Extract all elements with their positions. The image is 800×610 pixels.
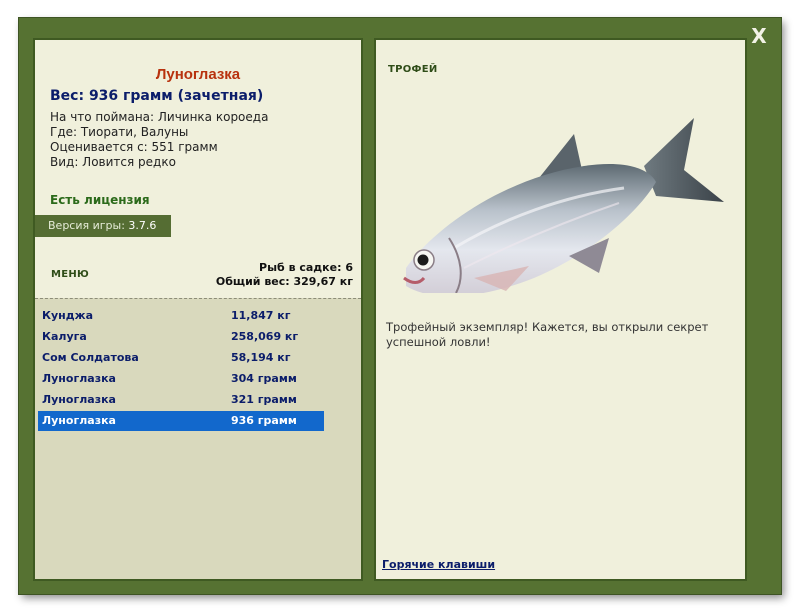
- list-item-weight: 321 грамм: [231, 393, 297, 406]
- list-item-weight: 258,069 кг: [231, 330, 299, 343]
- list-item[interactable]: Калуга 258,069 кг: [38, 327, 324, 347]
- list-item-name: Сом Солдатова: [42, 351, 139, 364]
- close-button[interactable]: X: [746, 24, 772, 48]
- list-item[interactable]: Луноглазка 304 грамм: [38, 369, 324, 389]
- bait-info: На что поймана: Личинка короеда: [50, 110, 269, 124]
- trophy-label: ТРОФЕЙ: [388, 64, 438, 75]
- menu-button[interactable]: МЕНЮ: [51, 269, 89, 280]
- list-item-weight: 58,194 кг: [231, 351, 291, 364]
- fish-title: Луноглазка: [155, 66, 241, 83]
- list-item-weight: 936 грамм: [231, 414, 297, 427]
- list-item-weight: 11,847 кг: [231, 309, 291, 322]
- fish-count: Рыб в садке: 6: [259, 261, 353, 274]
- hotkeys-link[interactable]: Горячие клавиши: [382, 558, 495, 571]
- list-item[interactable]: Луноглазка 321 грамм: [38, 390, 324, 410]
- license-status: Есть лицензия: [50, 193, 150, 207]
- catch-list: Кунджа 11,847 кг Калуга 258,069 кг Сом С…: [35, 298, 361, 579]
- version-label: Версия игры:: [48, 219, 125, 232]
- fish-weight: Вес: 936 грамм (зачетная): [50, 88, 264, 104]
- list-item[interactable]: Кунджа 11,847 кг: [38, 306, 324, 326]
- fish-info-panel: Луноглазка Вес: 936 грамм (зачетная) На …: [33, 38, 363, 581]
- list-item[interactable]: Сом Солдатова 58,194 кг: [38, 348, 324, 368]
- list-item-name: Луноглазка: [42, 372, 116, 385]
- list-item-selected[interactable]: Луноглазка 936 грамм: [38, 411, 324, 431]
- trophy-message: Трофейный экземпляр! Кажется, вы открыли…: [386, 320, 709, 349]
- list-item-weight: 304 грамм: [231, 372, 297, 385]
- keepnet-stats: Рыб в садке: 6 Общий вес: 329,67 кг: [216, 261, 353, 289]
- rarity-info: Вид: Ловится редко: [50, 155, 176, 169]
- list-item-name: Луноглазка: [42, 393, 116, 406]
- list-item-name: Луноглазка: [42, 414, 116, 427]
- trophy-panel: ТРОФЕЙ Трофейный экземпляр! Кажется, вы …: [374, 38, 747, 581]
- version-value: 3.7.6: [128, 219, 157, 232]
- list-item-name: Кунджа: [42, 309, 94, 322]
- list-item-name: Калуга: [42, 330, 87, 343]
- location-info: Где: Тиорати, Валуны: [50, 125, 189, 139]
- fish-image: [403, 118, 724, 293]
- min-weight-info: Оценивается с: 551 грамм: [50, 140, 218, 154]
- total-weight: Общий вес: 329,67 кг: [215, 275, 353, 288]
- version-bar: Версия игры: 3.7.6: [35, 215, 171, 237]
